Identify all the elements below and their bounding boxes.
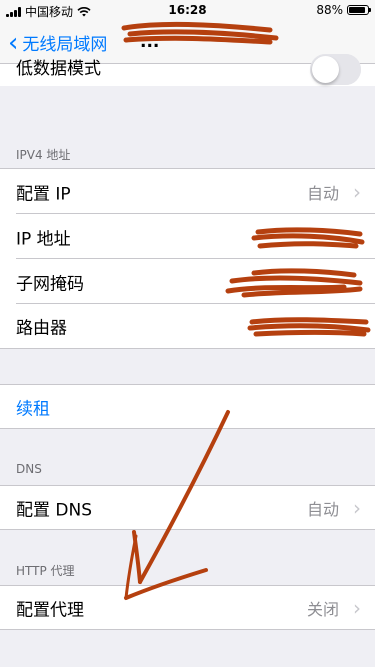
toggle-knob (312, 56, 339, 83)
router-cell: 路由器 (0, 304, 375, 349)
back-button-label: 无线局域网 (22, 35, 108, 55)
ip-address-label: IP 地址 (16, 229, 71, 249)
status-bar: 中国移动 16:28 88% (0, 0, 375, 20)
network-name-title: ... (140, 32, 160, 52)
battery-fill (349, 7, 365, 13)
configure-dns-value: 自动 (306, 499, 339, 519)
configure-proxy-label: 配置代理 (16, 600, 84, 620)
configure-ip-value: 自动 (306, 183, 339, 203)
http-proxy-section-header: HTTP 代理 (16, 564, 75, 578)
configure-ip-cell[interactable]: 配置 IP 自动 › (0, 168, 375, 214)
status-right: 88% (316, 3, 371, 17)
dns-section-header: DNS (16, 462, 42, 476)
chevron-left-icon: ‹ (8, 27, 19, 58)
renew-lease-button[interactable]: 续租 (16, 394, 50, 419)
ipv4-section-header: IPV4 地址 (16, 148, 71, 162)
redaction-scribble (251, 227, 365, 249)
configure-proxy-value: 关闭 (306, 599, 339, 619)
redaction-scribble (225, 268, 363, 298)
configure-proxy-cell[interactable]: 配置代理 关闭 › (0, 585, 375, 630)
battery-percent: 88% (316, 3, 343, 17)
battery-icon (347, 5, 371, 15)
chevron-right-icon: › (353, 595, 361, 620)
ip-address-cell: IP 地址 (0, 214, 375, 259)
chevron-right-icon: › (353, 495, 361, 520)
back-button[interactable]: ‹ 无线局域网 (8, 27, 108, 58)
low-data-mode-label: 低数据模式 (16, 59, 101, 79)
configure-ip-label: 配置 IP (16, 184, 71, 204)
renew-lease-cell[interactable]: 续租 (0, 384, 375, 429)
router-label: 路由器 (16, 318, 67, 339)
subnet-mask-cell: 子网掩码 (0, 259, 375, 304)
configure-dns-label: 配置 DNS (16, 500, 93, 520)
configure-dns-cell[interactable]: 配置 DNS 自动 › (0, 485, 375, 530)
low-data-mode-toggle[interactable] (310, 54, 361, 85)
redaction-scribble (247, 317, 371, 337)
subnet-mask-label: 子网掩码 (16, 274, 84, 294)
chevron-right-icon: › (353, 179, 361, 204)
low-data-mode-cell[interactable]: 低数据模式 (0, 54, 375, 86)
